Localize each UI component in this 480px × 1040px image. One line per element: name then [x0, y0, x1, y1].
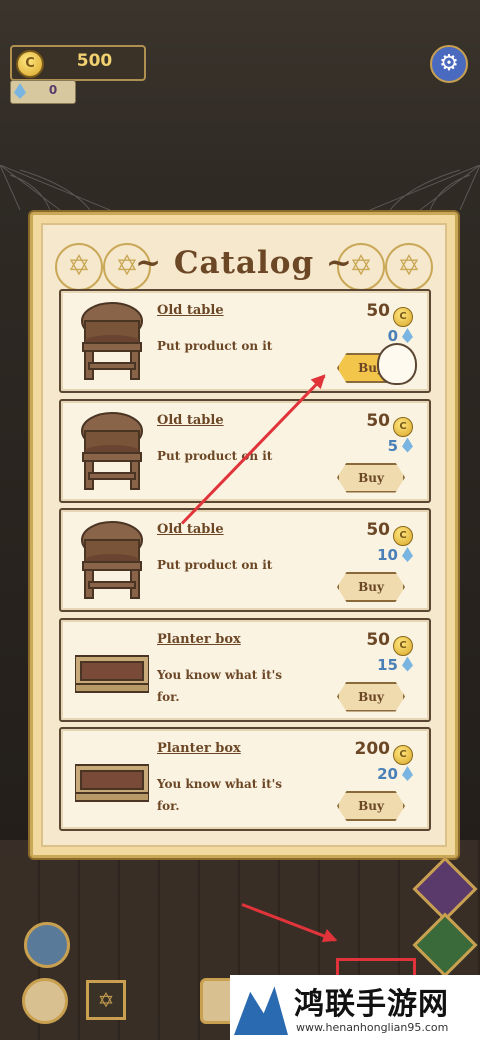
buy-button[interactable]: Buy	[337, 572, 405, 602]
buy-button[interactable]: Buy	[337, 681, 405, 712]
coin-icon: C	[393, 416, 413, 437]
item-price: 50 C	[366, 630, 413, 656]
item-price: 50 C	[366, 520, 413, 546]
site-watermark: 鸿联手游网 www.henanhonglian95.com	[230, 975, 480, 1040]
catalog-title: ~ Catalog ~	[135, 245, 353, 281]
price-value: 50	[366, 301, 390, 321]
wizard-avatar-button[interactable]	[24, 922, 70, 968]
buy-button[interactable]: Buy	[337, 462, 405, 493]
item-description: You know what it's for.	[157, 667, 283, 704]
coin-icon: C	[393, 745, 413, 765]
cobweb-left	[0, 165, 110, 210]
item-description: Put product on it	[157, 558, 273, 572]
item-name: Old table	[157, 303, 224, 318]
catalog-item-card: Old table Put product on it 50 C 10 Buy	[59, 508, 431, 612]
coin-icon: C	[16, 50, 44, 78]
gem-icon	[402, 547, 413, 562]
planter-image	[74, 737, 150, 819]
gem-icon	[402, 328, 413, 343]
coin-icon: C	[393, 307, 413, 327]
item-name: Planter box	[157, 631, 241, 647]
item-price: 50 C	[366, 301, 413, 327]
gem-icon	[402, 656, 413, 672]
table-image	[75, 409, 149, 491]
settings-gear-icon[interactable]: ⚙	[430, 45, 468, 83]
gem-cost-value: 5	[387, 436, 398, 455]
item-price: 200 C	[354, 739, 413, 765]
table-image	[75, 299, 149, 381]
watermark-url: www.henanhonglian95.com	[296, 1021, 449, 1034]
gem-icon	[14, 83, 26, 99]
item-gem-cost: 5	[388, 437, 413, 455]
item-description: Put product on it	[157, 339, 273, 353]
watermark-title: 鸿联手游网	[294, 987, 449, 1022]
gem-cost-value: 10	[377, 546, 398, 564]
coin-icon: C	[393, 526, 413, 546]
item-name: Old table	[157, 412, 224, 428]
coin-counter: C 500	[10, 45, 146, 81]
price-value: 200	[354, 739, 391, 759]
catalog-panel: ✡ ✡ ✡ ✡ ~ Catalog ~ Old table Put product…	[30, 212, 458, 858]
gem-cost-value: 15	[377, 655, 398, 674]
rune-frame-button[interactable]: ✡	[86, 980, 126, 1020]
buy-button[interactable]: Buy	[337, 791, 405, 821]
gem-icon	[402, 437, 413, 453]
item-gem-cost: 15	[377, 656, 413, 674]
item-name: Old table	[157, 522, 224, 537]
item-gem-cost: 20	[377, 765, 413, 783]
catalog-item-card: Planter box You know what it's for. 50 C 15 B…	[59, 617, 431, 722]
gem-value: 0	[48, 83, 58, 97]
gem-icon	[402, 766, 413, 781]
item-description: Put product on it	[157, 448, 273, 463]
price-value: 50	[366, 520, 390, 540]
coin-icon: C	[393, 635, 413, 656]
price-value: 50	[366, 410, 390, 431]
item-price: 50 C	[366, 411, 413, 437]
cobweb-right	[370, 165, 480, 210]
catalog-item-card: Old table Put product on it 50 C 0 Buy	[59, 289, 431, 393]
mountain-logo-icon	[234, 986, 288, 1035]
item-gem-cost: 10	[377, 546, 413, 564]
table-image	[75, 518, 149, 600]
catalog-item-card: Old table Put product on it 50 C 5 Buy	[59, 398, 431, 503]
gem-cost-value: 20	[377, 765, 398, 783]
item-name: Planter box	[157, 741, 241, 756]
price-value: 50	[366, 629, 390, 650]
recipe-scroll-button[interactable]	[22, 978, 68, 1024]
gem-counter: 0	[10, 80, 76, 104]
catalog-item-card: Planter box You know what it's for. 200 C 20…	[59, 727, 431, 831]
item-description: You know what it's for.	[157, 777, 283, 813]
coin-value: 500	[76, 51, 113, 71]
tap-hand-pointer-icon	[377, 343, 417, 385]
planter-image	[74, 628, 150, 710]
